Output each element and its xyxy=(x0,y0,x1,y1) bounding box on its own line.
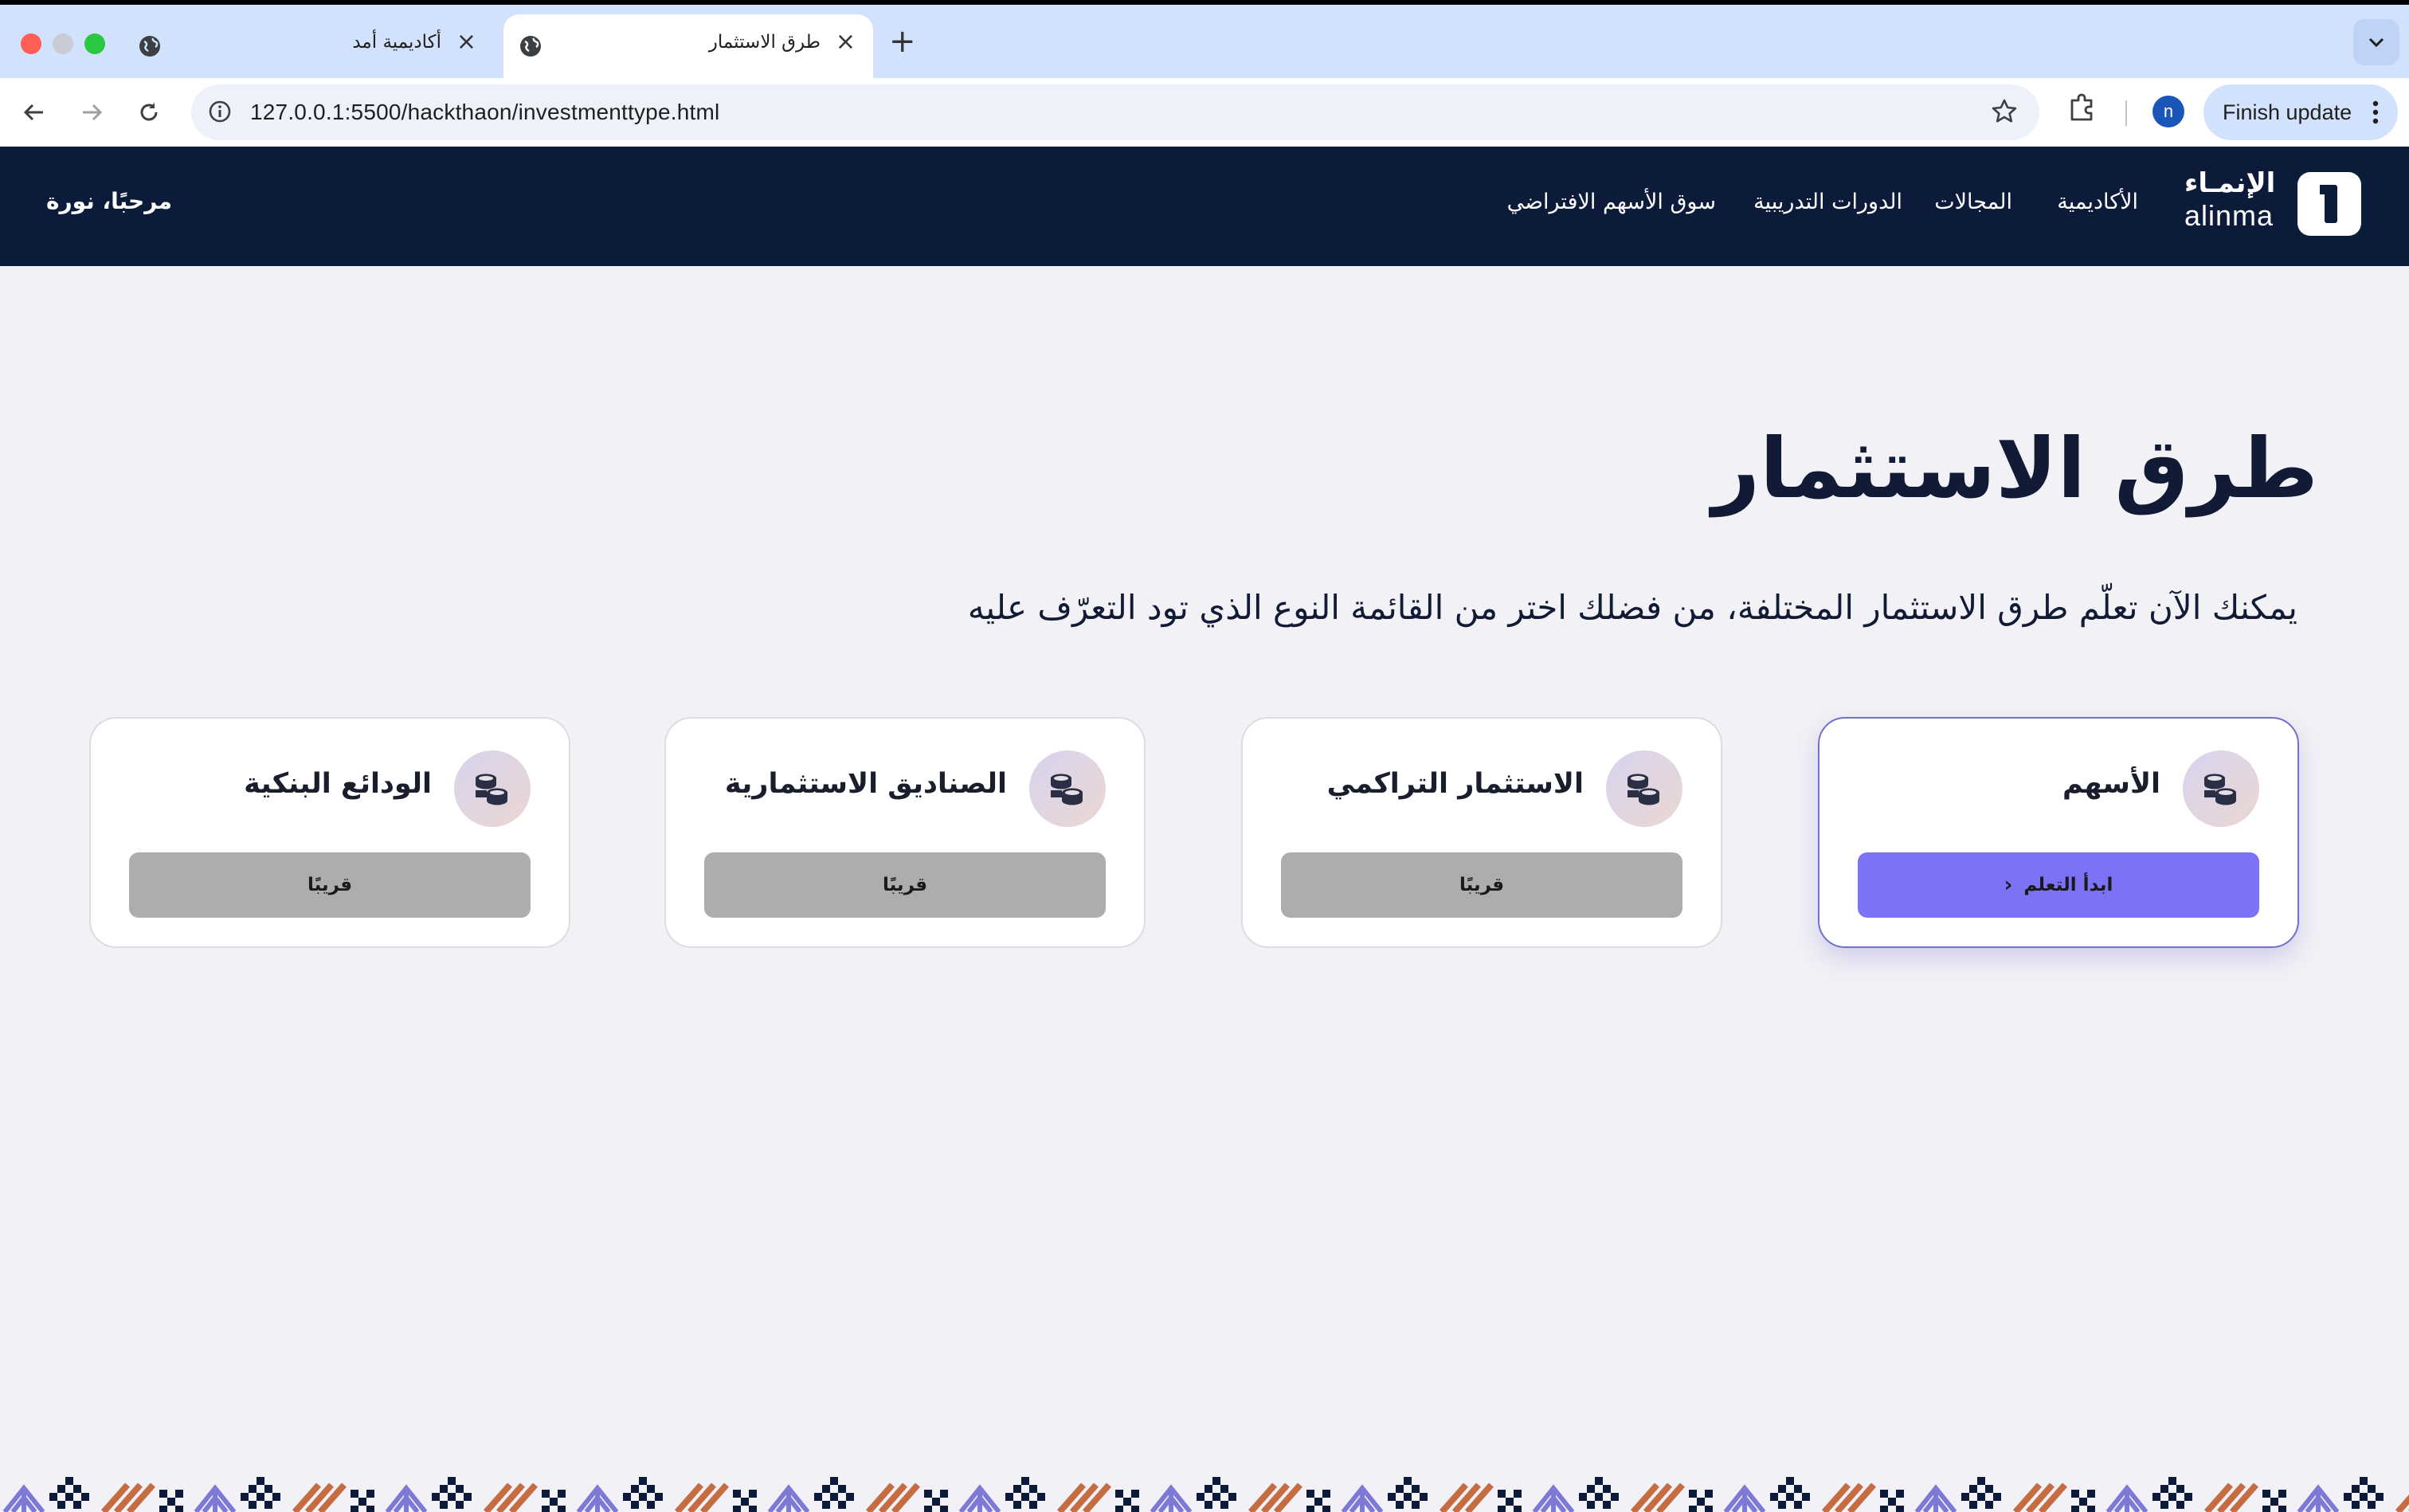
browser-toolbar: 127.0.0.1:5500/hackthaon/investmenttype.… xyxy=(0,78,2409,147)
site-info-icon[interactable] xyxy=(207,99,233,124)
tab-academy[interactable]: أكاديمية أمد × xyxy=(119,14,494,78)
coins-stack-icon xyxy=(1606,750,1682,827)
alinma-logo-icon[interactable] xyxy=(2297,172,2361,236)
globe-icon xyxy=(520,36,541,57)
tab-title: أكاديمية أمد xyxy=(352,32,441,53)
tab-strip: أكاديمية أمد × طرق الاستثمار × + xyxy=(0,5,2409,78)
toolbar-divider xyxy=(2125,100,2127,126)
logo-notch-shape xyxy=(2320,185,2328,194)
reload-icon xyxy=(140,103,158,121)
nav-fields[interactable]: المجالات xyxy=(1934,190,2012,214)
card-title: الأسهم xyxy=(2062,768,2160,800)
user-greeting: مرحبًا، نورة xyxy=(46,188,172,214)
url-text: 127.0.0.1:5500/hackthaon/investmenttype.… xyxy=(250,100,720,124)
back-button[interactable] xyxy=(14,92,54,132)
chevron-left-icon: ‹ xyxy=(2004,873,2013,897)
close-tab-icon[interactable]: × xyxy=(836,30,856,54)
new-tab-icon[interactable]: + xyxy=(889,25,916,57)
decorative-pattern-footer xyxy=(0,1450,2409,1512)
forward-button[interactable] xyxy=(72,92,112,132)
button-label: قريبًا xyxy=(1459,875,1505,895)
page-subtitle: يمكنك الآن تعلّم طرق الاستثمار المختلفة،… xyxy=(967,588,2297,627)
card-stocks[interactable]: الأسهم ابدأ التعلم ‹ xyxy=(1818,717,2299,948)
finish-update-button[interactable]: Finish update xyxy=(2203,84,2398,140)
card-cumulative-investment[interactable]: الاستثمار التراكمي قريبًا xyxy=(1241,717,1722,948)
extensions-icon[interactable] xyxy=(2066,91,2098,123)
maximize-window-button[interactable] xyxy=(84,33,105,54)
close-window-button[interactable] xyxy=(21,33,41,54)
logo-english-text: alinma xyxy=(2184,199,2274,232)
site-header: الإنمـاء alinma الأكاديمية المجالات الدو… xyxy=(0,147,2409,266)
card-title: الودائع البنكية xyxy=(244,768,432,800)
start-learning-button[interactable]: ابدأ التعلم ‹ xyxy=(1858,852,2259,918)
tab-investment[interactable]: طرق الاستثمار × xyxy=(503,14,873,78)
tab-title: طرق الاستثمار xyxy=(708,32,821,53)
card-title: الاستثمار التراكمي xyxy=(1326,768,1584,800)
card-title: الصناديق الاستثمارية xyxy=(724,768,1007,800)
arrow-left-icon xyxy=(23,104,43,121)
arrow-right-icon xyxy=(83,104,103,121)
card-bank-deposits[interactable]: الودائع البنكية قريبًا xyxy=(89,717,570,948)
profile-avatar[interactable]: n xyxy=(2152,96,2184,127)
nav-academy[interactable]: الأكاديمية xyxy=(2057,190,2138,214)
finish-update-label: Finish update xyxy=(2223,100,2352,124)
more-vert-icon xyxy=(2372,100,2379,124)
minimize-window-button[interactable] xyxy=(53,33,73,54)
button-label: قريبًا xyxy=(882,875,928,895)
close-tab-icon[interactable]: × xyxy=(456,30,476,54)
tab-search-button[interactable] xyxy=(2353,19,2399,65)
coins-stack-icon xyxy=(454,750,531,827)
bookmark-star-icon[interactable] xyxy=(1990,97,2019,126)
button-label: قريبًا xyxy=(307,875,353,895)
logo-arabic-text: الإنمـاء xyxy=(2184,167,2276,199)
coming-soon-button[interactable]: قريبًا xyxy=(129,852,531,918)
chevron-down-icon xyxy=(2368,37,2384,48)
globe-icon xyxy=(139,36,160,57)
coins-stack-icon xyxy=(1029,750,1106,827)
nav-training-courses[interactable]: الدورات التدريبية xyxy=(1753,190,1902,214)
nav-virtual-stock-market[interactable]: سوق الأسهم الافتراضي xyxy=(1507,190,1716,214)
coming-soon-button[interactable]: قريبًا xyxy=(704,852,1106,918)
address-bar[interactable]: 127.0.0.1:5500/hackthaon/investmenttype.… xyxy=(191,84,2039,140)
reload-button[interactable] xyxy=(129,92,169,132)
button-label: ابدأ التعلم xyxy=(2023,875,2113,895)
coming-soon-button[interactable]: قريبًا xyxy=(1281,852,1682,918)
card-investment-funds[interactable]: الصناديق الاستثمارية قريبًا xyxy=(664,717,1146,948)
page-title: طرق الاستثمار xyxy=(1712,420,2318,517)
coins-stack-icon xyxy=(2183,750,2259,827)
